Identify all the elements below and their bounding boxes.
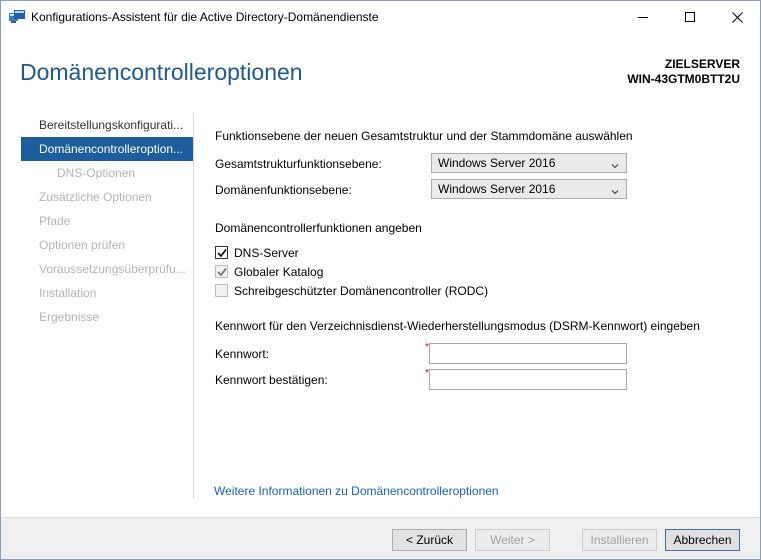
domain-level-select[interactable]: Windows Server 2016 (431, 179, 627, 199)
maximize-button[interactable] (667, 1, 713, 33)
confirm-password-input[interactable] (429, 369, 627, 390)
maximize-icon (684, 11, 695, 22)
domain-level-value: Windows Server 2016 (438, 182, 556, 196)
minimize-button[interactable] (620, 1, 666, 33)
window-title: Konfigurations-Assistent für die Active … (31, 10, 379, 24)
nav-item-dc-options[interactable]: Domänencontrolleroption... (21, 137, 193, 161)
cancel-button[interactable]: Abbrechen (665, 529, 740, 551)
rodc-option: Schreibgeschützter Domänencontroller (RO… (215, 283, 615, 299)
nav-item-dns-options: DNS-Optionen (57, 166, 136, 180)
page-title: Domänencontrolleroptionen (20, 59, 303, 85)
back-button[interactable]: < Zurück (392, 529, 467, 551)
forest-level-value: Windows Server 2016 (438, 156, 556, 170)
more-info-link[interactable]: Weitere Informationen zu Domänencontroll… (214, 484, 499, 498)
forest-level-select[interactable]: Windows Server 2016 (431, 153, 627, 173)
next-button: Weiter > (475, 529, 550, 551)
domain-level-label: Domänenfunktionsebene: (215, 183, 352, 197)
dns-server-option[interactable]: DNS-Server (215, 245, 615, 261)
chevron-down-icon (611, 183, 619, 201)
wizard-content: Domänencontrolleroptionen ZIELSERVER WIN… (1, 33, 760, 517)
title-bar: Konfigurations-Assistent für die Active … (1, 1, 760, 33)
close-icon (731, 11, 743, 23)
checkmark-icon (217, 249, 227, 258)
rodc-label: Schreibgeschützter Domänencontroller (RO… (234, 284, 489, 298)
nav-item-review-options: Optionen prüfen (39, 238, 126, 252)
target-server-name: WIN-43GTM0BTT2U (627, 72, 740, 86)
password-input[interactable] (429, 343, 627, 364)
chevron-down-icon (611, 157, 619, 175)
functional-levels-heading: Funktionsebene der neuen Gesamtstruktur … (215, 129, 633, 143)
global-catalog-checkbox (215, 265, 228, 278)
dns-server-label: DNS-Server (234, 246, 299, 260)
nav-divider (193, 113, 194, 498)
nav-item-additional-options: Zusätzliche Optionen (39, 190, 152, 204)
target-server: ZIELSERVER WIN-43GTM0BTT2U (627, 57, 740, 87)
dns-server-checkbox[interactable] (215, 246, 228, 259)
wizard-window: Konfigurations-Assistent für die Active … (0, 0, 761, 560)
global-catalog-option: Globaler Katalog (215, 264, 615, 280)
nav-item-deployment-configuration[interactable]: Bereitstellungskonfigurati... (21, 113, 193, 137)
dc-functions-heading: Domänencontrollerfunktionen angeben (215, 221, 422, 235)
install-button: Installieren (582, 529, 657, 551)
wizard-nav: Bereitstellungskonfigurati... Domänencon… (21, 113, 193, 329)
forest-level-label: Gesamtstrukturfunktionsebene: (215, 157, 382, 171)
nav-item-installation: Installation (39, 286, 97, 300)
password-label: Kennwort: (215, 347, 270, 361)
minimize-icon (637, 16, 648, 18)
server-manager-icon (9, 10, 25, 24)
nav-item-paths: Pfade (39, 214, 71, 228)
nav-item-prerequisites-check: Voraussetzungsüberprüfu... (39, 262, 186, 276)
dsrm-heading: Kennwort für den Verzeichnisdienst-Wiede… (215, 319, 700, 333)
confirm-password-label: Kennwort bestätigen: (215, 373, 328, 387)
close-button[interactable] (714, 1, 760, 33)
global-catalog-label: Globaler Katalog (234, 265, 324, 279)
checkmark-icon (217, 268, 227, 277)
nav-item-results: Ergebnisse (39, 310, 100, 324)
button-bar: < Zurück Weiter > Installieren Abbrechen (1, 517, 760, 559)
rodc-checkbox (215, 284, 228, 297)
target-server-label: ZIELSERVER (664, 57, 740, 71)
